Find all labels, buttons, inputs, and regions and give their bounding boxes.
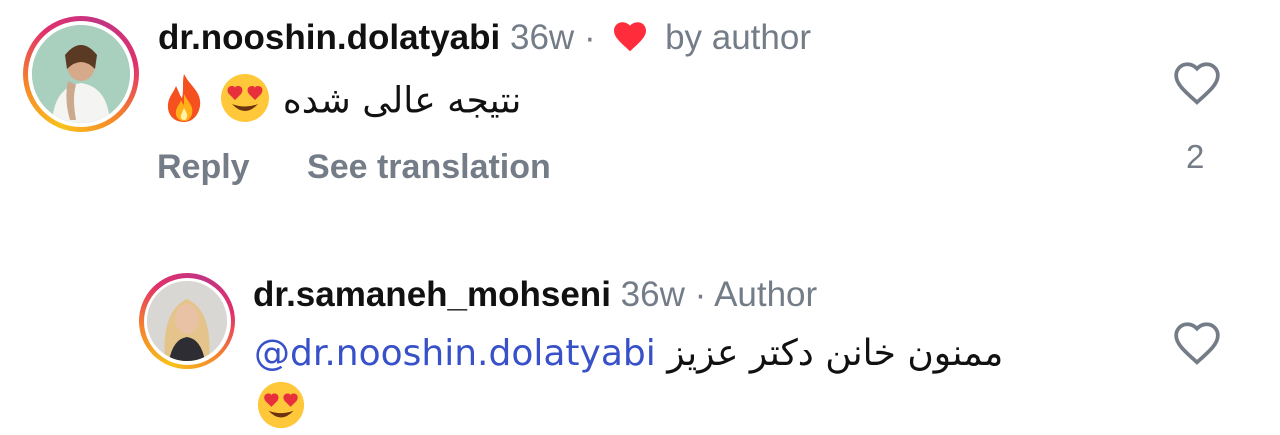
separator: · [583, 18, 596, 57]
username[interactable]: dr.samaneh_mohseni [253, 275, 611, 314]
like-button[interactable] [1172, 320, 1222, 371]
heart-eyes-emoji-icon [256, 380, 306, 435]
author-badge: Author [714, 275, 818, 314]
like-button[interactable] [1172, 60, 1222, 111]
avatar[interactable] [139, 273, 235, 369]
username[interactable]: dr.nooshin.dolatyabi [158, 18, 500, 57]
comment-meta: dr.samaneh_mohseni 36w · Author [253, 275, 817, 315]
comment-text: نتیجه عالی شده [160, 72, 521, 133]
heart-outline-icon [1174, 62, 1220, 105]
separator: · [694, 275, 707, 314]
reply-button[interactable]: Reply [157, 148, 250, 186]
heart-eyes-emoji-icon [219, 72, 271, 133]
liked-by-author-label: by author [665, 18, 811, 57]
see-translation-button[interactable]: See translation [307, 148, 551, 186]
avatar[interactable] [23, 16, 139, 132]
comment-message: ممنون خانن دکتر عزیز [667, 333, 1004, 374]
fire-emoji-icon [160, 72, 208, 133]
mention-link[interactable]: @dr.nooshin.dolatyabi [254, 333, 656, 374]
heart-filled-icon [611, 20, 649, 61]
comment-message: نتیجه عالی شده [282, 80, 522, 122]
like-count: 2 [1186, 138, 1205, 175]
comment-text: @dr.nooshin.dolatyabi ممنون خانن دکتر عز… [254, 333, 1003, 374]
comment-actions: Reply See translation [157, 148, 599, 187]
timestamp: 36w [620, 275, 685, 314]
comment-meta: dr.nooshin.dolatyabi 36w · by author [158, 18, 811, 61]
heart-outline-icon [1174, 322, 1220, 365]
timestamp: 36w [509, 18, 575, 57]
